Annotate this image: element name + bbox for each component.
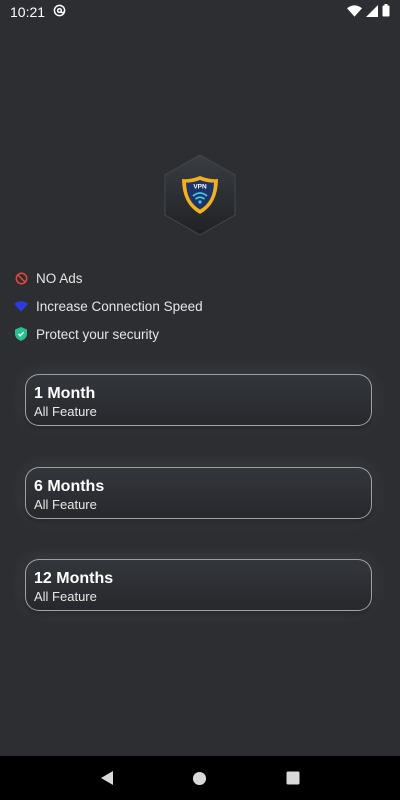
status-time: 10:21 xyxy=(10,4,46,20)
plan-1-month-button[interactable]: 1 Month All Feature xyxy=(25,374,372,426)
plan-title: 6 Months xyxy=(34,478,105,495)
battery-icon xyxy=(382,4,390,20)
feature-label: Increase Connection Speed xyxy=(36,298,203,314)
wifi-icon xyxy=(14,299,28,313)
navigation-bar xyxy=(0,756,400,800)
feature-no-ads: NO Ads xyxy=(14,264,203,292)
plan-6-months-button[interactable]: 6 Months All Feature xyxy=(25,467,372,519)
plan-subtitle: All Feature xyxy=(34,589,97,604)
plan-title: 1 Month xyxy=(34,385,96,402)
plan-subtitle: All Feature xyxy=(34,497,97,512)
feature-label: Protect your security xyxy=(36,326,160,342)
feature-security: Protect your security xyxy=(14,320,203,348)
logo-text: VPN xyxy=(193,184,207,191)
signal-icon xyxy=(366,4,378,20)
at-sign-icon xyxy=(53,4,66,20)
plan-title: 12 Months xyxy=(34,570,114,587)
feature-list: NO Ads Increase Connection Speed Protect… xyxy=(14,264,203,348)
feature-label: NO Ads xyxy=(36,270,83,286)
feature-connection-speed: Increase Connection Speed xyxy=(14,292,203,320)
back-icon[interactable] xyxy=(97,768,117,788)
recents-icon[interactable] xyxy=(283,768,303,788)
shield-check-icon xyxy=(14,327,28,341)
status-bar: 10:21 xyxy=(0,0,400,24)
plan-subtitle: All Feature xyxy=(34,404,97,419)
no-ads-icon xyxy=(14,271,28,285)
wifi-icon xyxy=(347,4,362,20)
app-logo: VPN xyxy=(160,152,240,238)
plan-12-months-button[interactable]: 12 Months All Feature xyxy=(25,559,372,611)
home-icon[interactable] xyxy=(190,768,210,788)
